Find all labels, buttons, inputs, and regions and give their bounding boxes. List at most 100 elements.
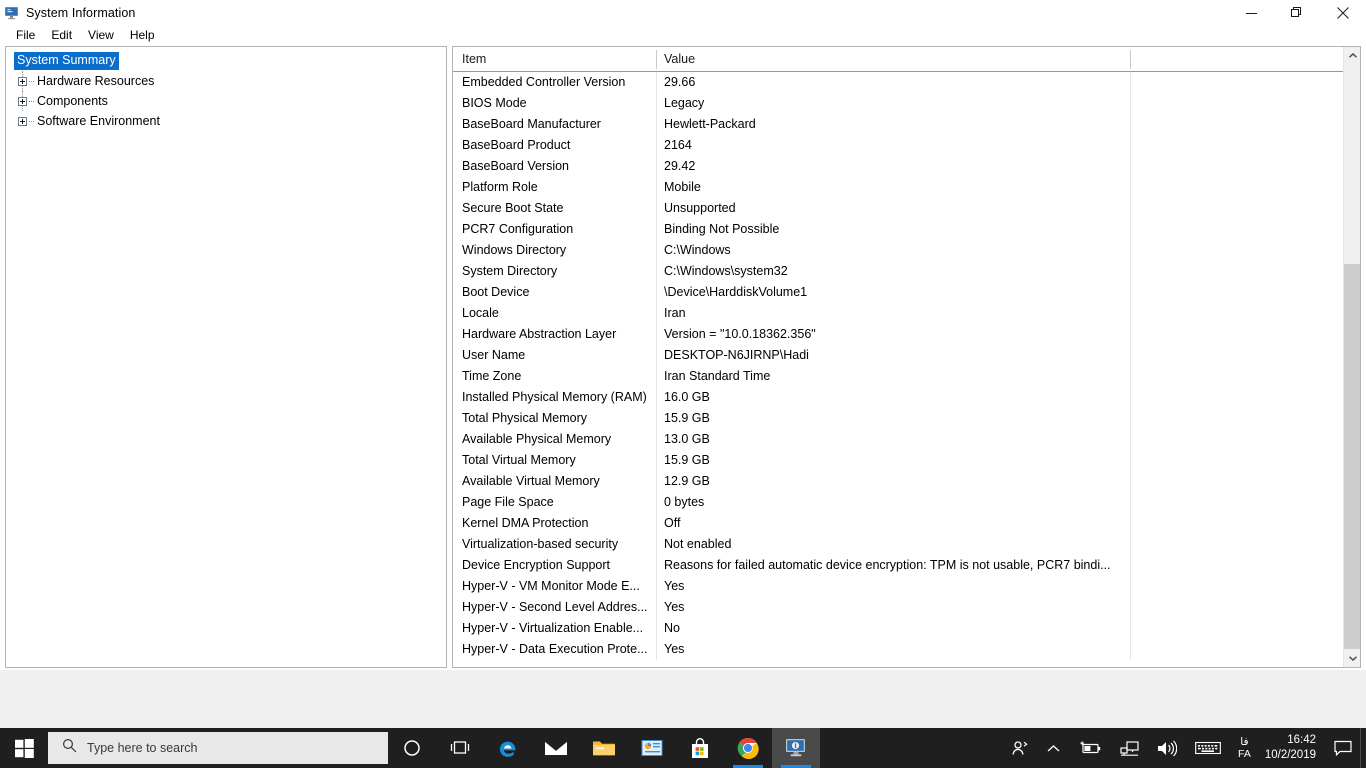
taskbar-file-explorer-icon[interactable] (580, 728, 628, 768)
table-row[interactable]: PCR7 Configuration Binding Not Possible (453, 219, 1360, 240)
cell-value: Not enabled (664, 537, 732, 551)
table-row[interactable]: Installed Physical Memory (RAM) 16.0 GB (453, 387, 1360, 408)
menu-edit[interactable]: Edit (43, 27, 80, 44)
table-row[interactable]: Hyper-V - Data Execution Prote... Yes (453, 639, 1360, 660)
cell-value: 16.0 GB (664, 390, 710, 404)
scrollbar-track[interactable] (1344, 64, 1360, 650)
cell-item: Hyper-V - Virtualization Enable... (462, 621, 644, 635)
cell-item: System Directory (462, 264, 558, 278)
taskbar-google-chrome-icon[interactable] (724, 728, 772, 768)
menu-file[interactable]: File (8, 27, 43, 44)
language-indicator[interactable]: فا FA (1230, 728, 1259, 768)
table-row[interactable]: BaseBoard Version 29.42 (453, 156, 1360, 177)
table-row[interactable]: Total Virtual Memory 15.9 GB (453, 450, 1360, 471)
volume-icon[interactable] (1148, 728, 1186, 768)
taskbar-microsoft-edge-icon[interactable] (484, 728, 532, 768)
cell-item: Platform Role (462, 180, 538, 194)
cell-value: No (664, 621, 680, 635)
table-row[interactable]: Time Zone Iran Standard Time (453, 366, 1360, 387)
table-row[interactable]: BaseBoard Manufacturer Hewlett-Packard (453, 114, 1360, 135)
table-row[interactable]: Total Physical Memory 15.9 GB (453, 408, 1360, 429)
cell-item: Installed Physical Memory (RAM) (462, 390, 647, 404)
minimize-button[interactable] (1228, 0, 1274, 26)
people-icon[interactable] (1002, 728, 1038, 768)
cell-value: Unsupported (664, 201, 736, 215)
table-row[interactable]: Kernel DMA Protection Off (453, 513, 1360, 534)
table-row[interactable]: User Name DESKTOP-N6JIRNP\Hadi (453, 345, 1360, 366)
table-row[interactable]: Page File Space 0 bytes (453, 492, 1360, 513)
menu-help[interactable]: Help (122, 27, 163, 44)
table-row[interactable]: Hardware Abstraction Layer Version = "10.… (453, 324, 1360, 345)
cell-item: PCR7 Configuration (462, 222, 574, 236)
sidebar-item-system-summary[interactable]: System Summary (6, 51, 446, 71)
touch-keyboard-icon[interactable] (1186, 728, 1230, 768)
sidebar-item-hardware-resources[interactable]: Hardware Resources (6, 71, 446, 91)
table-row[interactable]: Device Encryption Support Reasons for fai… (453, 555, 1360, 576)
column-divider[interactable] (1130, 49, 1131, 69)
taskbar-microsoft-store-icon[interactable] (676, 728, 724, 768)
table-row[interactable]: Available Physical Memory 13.0 GB (453, 429, 1360, 450)
sidebar-item-components[interactable]: Components (6, 91, 446, 111)
table-row[interactable]: Windows Directory C:\Windows (453, 240, 1360, 261)
taskbar-microsoft-office-icon[interactable] (628, 728, 676, 768)
expand-plus-icon[interactable] (18, 96, 27, 106)
network-icon[interactable] (1111, 728, 1148, 768)
table-row[interactable]: Boot Device \Device\HarddiskVolume1 (453, 282, 1360, 303)
clock[interactable]: 16:42 10/2/2019 (1259, 728, 1326, 768)
tree-dash-icon (29, 80, 34, 82)
column-divider[interactable] (656, 49, 657, 69)
start-button[interactable] (0, 728, 48, 768)
show-desktop-button[interactable] (1360, 728, 1366, 768)
cell-value: Binding Not Possible (664, 222, 780, 236)
taskbar-search-placeholder: Type here to search (87, 741, 198, 755)
scroll-up-button[interactable] (1344, 47, 1360, 64)
taskbar-mail-icon[interactable] (532, 728, 580, 768)
table-row[interactable]: Virtualization-based security Not enabled (453, 534, 1360, 555)
table-row[interactable]: BaseBoard Product 2164 (453, 135, 1360, 156)
cell-item: Virtualization-based security (462, 537, 619, 551)
scroll-down-button[interactable] (1344, 650, 1360, 667)
clock-time: 16:42 (1287, 734, 1316, 746)
close-button[interactable] (1320, 0, 1366, 26)
table-row[interactable]: Locale Iran (453, 303, 1360, 324)
cell-value: Reasons for failed automatic device encr… (664, 558, 1111, 572)
menu-view[interactable]: View (80, 27, 122, 44)
table-row[interactable]: Secure Boot State Unsupported (453, 198, 1360, 219)
column-header-value[interactable]: Value (656, 47, 1130, 72)
cell-value: C:\Windows (664, 243, 731, 257)
show-hidden-icons-chevron-up-icon[interactable] (1038, 728, 1069, 768)
column-header-item[interactable]: Item (453, 47, 656, 72)
cell-value: Mobile (664, 180, 701, 194)
table-row[interactable]: System Directory C:\Windows\system32 (453, 261, 1360, 282)
vertical-scrollbar[interactable] (1343, 47, 1360, 667)
table-row[interactable]: BIOS Mode Legacy (453, 93, 1360, 114)
list-header: Item Value (453, 47, 1360, 72)
table-row[interactable]: Hyper-V - Second Level Addres... Yes (453, 597, 1360, 618)
cell-value: DESKTOP-N6JIRNP\Hadi (664, 348, 809, 362)
taskbar-task-view-icon[interactable] (436, 728, 484, 768)
cell-value: Yes (664, 600, 685, 614)
taskbar-search-box[interactable]: Type here to search (48, 732, 388, 764)
cell-value: \Device\HarddiskVolume1 (664, 285, 808, 299)
cell-item: Available Physical Memory (462, 432, 612, 446)
system-information-icon (0, 0, 24, 26)
expand-plus-icon[interactable] (18, 116, 27, 126)
table-row[interactable]: Embedded Controller Version 29.66 (453, 72, 1360, 93)
restore-button[interactable] (1274, 0, 1320, 26)
taskbar: Type here to search فا FA 16:42 10/2/201… (0, 728, 1366, 768)
cell-item: Device Encryption Support (462, 558, 610, 572)
taskbar-system-information-icon[interactable] (772, 728, 820, 768)
table-row[interactable]: Available Virtual Memory 12.9 GB (453, 471, 1360, 492)
table-row[interactable]: Hyper-V - VM Monitor Mode E... Yes (453, 576, 1360, 597)
cell-value: Legacy (664, 96, 705, 110)
cell-item: Time Zone (462, 369, 522, 383)
battery-icon[interactable] (1069, 728, 1111, 768)
sidebar-item-software-environment[interactable]: Software Environment (6, 111, 446, 131)
taskbar-cortana-icon[interactable] (388, 728, 436, 768)
scrollbar-thumb[interactable] (1344, 264, 1360, 649)
expand-plus-icon[interactable] (18, 76, 27, 86)
cell-item: Locale (462, 306, 499, 320)
table-row[interactable]: Hyper-V - Virtualization Enable... No (453, 618, 1360, 639)
action-center-icon[interactable] (1326, 728, 1360, 768)
table-row[interactable]: Platform Role Mobile (453, 177, 1360, 198)
